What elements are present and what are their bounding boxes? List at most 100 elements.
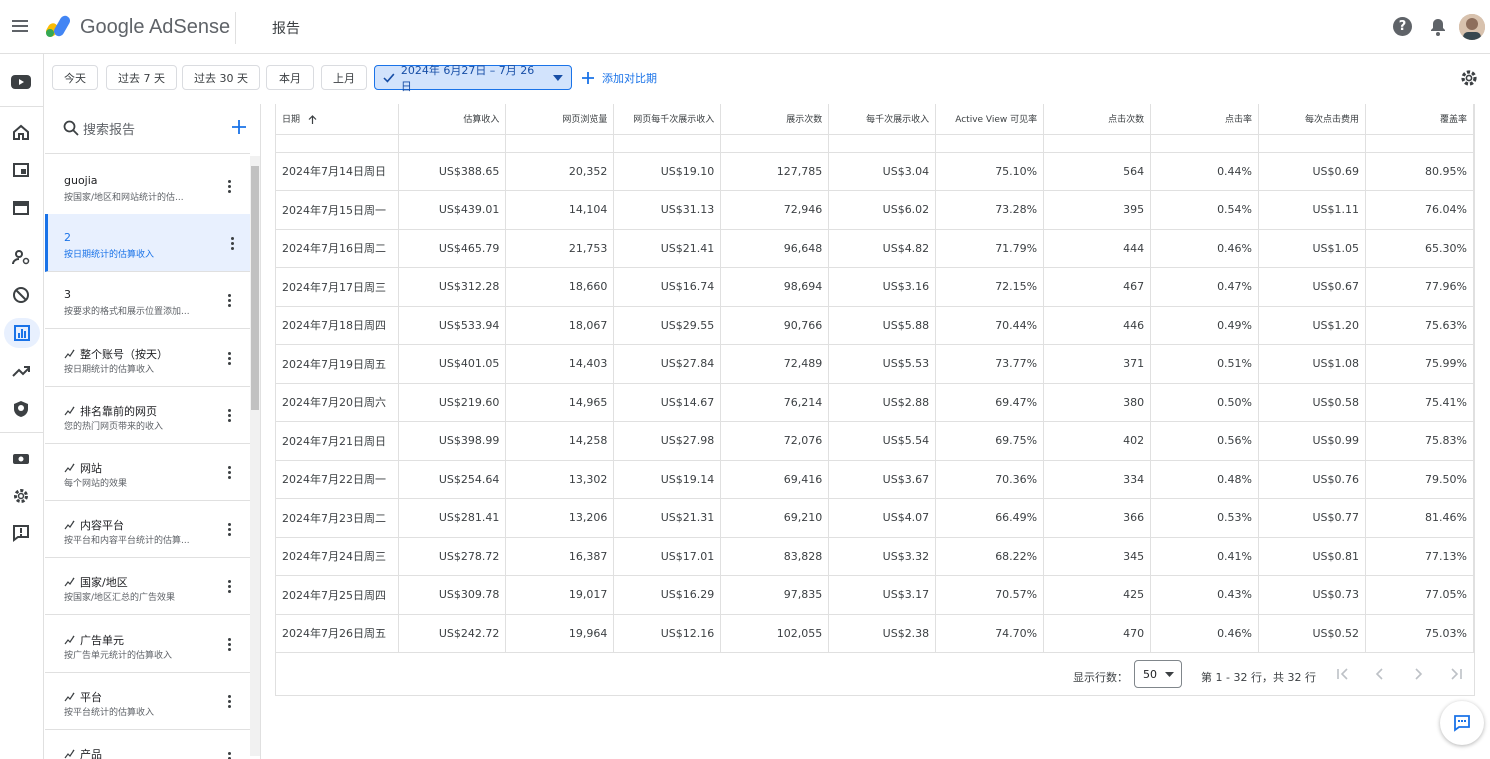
add-report-plus-icon[interactable]	[231, 119, 247, 135]
table-cell: 77.96%	[1365, 267, 1475, 307]
add-comparison-button[interactable]: 添加对比期	[582, 70, 657, 86]
more-vert-icon[interactable]	[223, 408, 235, 424]
saved-report-title: 整个账号（按天）	[64, 346, 168, 362]
chip-last-month[interactable]: 上月	[321, 65, 367, 90]
table-settings-gear-icon[interactable]	[1459, 68, 1479, 88]
column-header-coverage[interactable]: 覆盖率	[1365, 104, 1475, 135]
panel-scrollbar[interactable]	[250, 156, 260, 756]
table-cell: US$4.07	[828, 498, 937, 538]
saved-report-title-text: 3	[64, 288, 71, 302]
date-range-label: 2024年 6月27日 – 7月 26日	[400, 63, 535, 93]
scrollbar-thumb[interactable]	[251, 166, 259, 410]
chip-today[interactable]: 今天	[52, 65, 98, 90]
table-cell: 16,387	[505, 537, 615, 576]
more-vert-icon[interactable]	[223, 465, 235, 481]
column-header-impression-rpm[interactable]: 每千次展示收入	[828, 104, 937, 135]
feedback-icon[interactable]	[6, 518, 36, 548]
saved-report-title-text: 排名靠前的网页	[80, 404, 157, 418]
saved-report-item[interactable]: 网站 每个网站的效果	[45, 443, 250, 501]
table-header-row: 日期 估算收入 网页浏览量 网页每千次展示收入 展示次数 每千次展示收入 Act…	[276, 104, 1475, 135]
table-cell: 69,416	[720, 460, 830, 499]
feedback-fab-button[interactable]	[1440, 701, 1484, 745]
more-vert-icon[interactable]	[223, 522, 235, 538]
more-vert-icon[interactable]	[223, 293, 235, 309]
sites-icon[interactable]	[6, 155, 36, 185]
saved-report-item[interactable]: 内容平台 按平台和内容平台统计的估算...	[45, 500, 250, 559]
column-header-page-views[interactable]: 网页浏览量	[505, 104, 615, 135]
saved-report-item[interactable]: 平台 按平台统计的估算收入	[45, 672, 250, 730]
table-cell: US$3.16	[828, 267, 937, 307]
table-row: 2024年7月22日周一 US$254.64 13,302 US$19.14 69,41…	[276, 460, 1475, 499]
settings-gear-icon[interactable]	[6, 481, 36, 511]
table-cell: US$1.20	[1258, 306, 1366, 345]
column-header-impressions[interactable]: 展示次数	[720, 104, 830, 135]
column-header-active-view-viewable[interactable]: Active View 可见率	[935, 104, 1045, 135]
more-vert-icon[interactable]	[223, 751, 235, 759]
more-vert-icon[interactable]	[223, 179, 235, 195]
previous-page-icon[interactable]	[1370, 664, 1390, 684]
chip-this-month[interactable]: 本月	[266, 65, 314, 90]
more-vert-icon[interactable]	[223, 351, 235, 367]
blocking-controls-icon[interactable]	[6, 280, 36, 310]
saved-report-item[interactable]: 排名靠前的网页您的热门网页带来的收入	[45, 386, 250, 444]
table-row: 2024年7月19日周五 US$401.05 14,403 US$27.84 72,48…	[276, 344, 1475, 384]
table-cell: 564	[1043, 152, 1152, 191]
report-search-input[interactable]	[83, 120, 223, 140]
saved-report-title-text: 网站	[80, 462, 102, 475]
payments-icon[interactable]	[6, 444, 36, 474]
column-header-estimated-earnings[interactable]: 估算收入	[398, 104, 507, 135]
rows-per-page-select[interactable]: 50	[1134, 660, 1182, 688]
saved-report-item[interactable]: 2 按日期统计的估算收入	[45, 214, 250, 273]
chip-last-7-days[interactable]: 过去 7 天	[106, 65, 177, 90]
youtube-icon[interactable]	[6, 67, 36, 97]
predefined-report-sparkle-icon	[64, 463, 75, 473]
table-cell: US$1.11	[1258, 190, 1366, 230]
last-page-icon[interactable]	[1446, 664, 1466, 684]
home-icon[interactable]	[6, 117, 36, 147]
table-cell: US$2.88	[828, 383, 937, 422]
saved-report-item[interactable]: 整个账号（按天） 按日期统计的估算收入	[45, 329, 250, 387]
ads-icon[interactable]	[6, 193, 36, 223]
table-cell: US$401.05	[398, 344, 507, 384]
saved-report-item[interactable]: 产品	[45, 729, 250, 759]
table-cell: 81.46%	[1365, 498, 1475, 538]
rail-divider	[0, 432, 44, 433]
more-vert-icon[interactable]	[226, 236, 238, 252]
saved-report-item[interactable]: 广告单元 按广告单元统计的估算收入	[45, 615, 250, 673]
table-cell: US$29.55	[613, 306, 722, 345]
reports-icon[interactable]	[4, 318, 40, 348]
table-cell: 334	[1043, 460, 1152, 499]
saved-report-item[interactable]: guojia 按国家/地区和网站统计的估...	[45, 157, 250, 215]
more-vert-icon[interactable]	[223, 694, 235, 710]
table-cell: 14,965	[505, 383, 615, 422]
column-header-date[interactable]: 日期	[276, 104, 400, 135]
column-header-cpc[interactable]: 每次点击费用	[1258, 104, 1366, 135]
chip-last-30-days[interactable]: 过去 30 天	[182, 65, 260, 90]
saved-report-subtitle: 按国家/地区和网站统计的估...	[64, 193, 184, 203]
more-vert-icon[interactable]	[223, 579, 235, 595]
column-header-clicks[interactable]: 点击次数	[1043, 104, 1152, 135]
user-avatar[interactable]	[1459, 14, 1485, 40]
privacy-messaging-icon[interactable]	[6, 242, 36, 272]
date-range-selector[interactable]: 2024年 6月27日 – 7月 26日	[374, 64, 572, 93]
table-cell: US$3.67	[828, 460, 937, 499]
table-cell: US$21.31	[613, 498, 722, 538]
saved-report-item[interactable]: 国家/地区 按国家/地区汇总的广告效果	[45, 557, 250, 616]
column-header-page-rpm[interactable]: 网页每千次展示收入	[613, 104, 722, 135]
saved-report-item[interactable]: 3 按要求的格式和展示位置添加...	[45, 271, 250, 330]
first-page-icon[interactable]	[1333, 664, 1353, 684]
help-icon[interactable]: ?	[1393, 17, 1412, 36]
policy-center-icon[interactable]	[6, 394, 36, 424]
hamburger-menu-icon[interactable]	[10, 17, 30, 37]
optimization-trend-icon[interactable]	[6, 356, 36, 386]
table-cell: US$3.17	[828, 575, 937, 615]
notifications-bell-icon[interactable]	[1428, 17, 1448, 37]
saved-report-subtitle: 您的热门网页带来的收入	[64, 421, 164, 432]
predefined-report-sparkle-icon	[64, 578, 75, 587]
more-vert-icon[interactable]	[223, 637, 235, 653]
column-header-ctr[interactable]: 点击率	[1150, 104, 1260, 135]
next-page-icon[interactable]	[1408, 664, 1428, 684]
table-cell: 402	[1043, 421, 1152, 461]
table-cell: US$3.32	[828, 537, 937, 576]
table-cell: 71.79%	[935, 229, 1045, 268]
